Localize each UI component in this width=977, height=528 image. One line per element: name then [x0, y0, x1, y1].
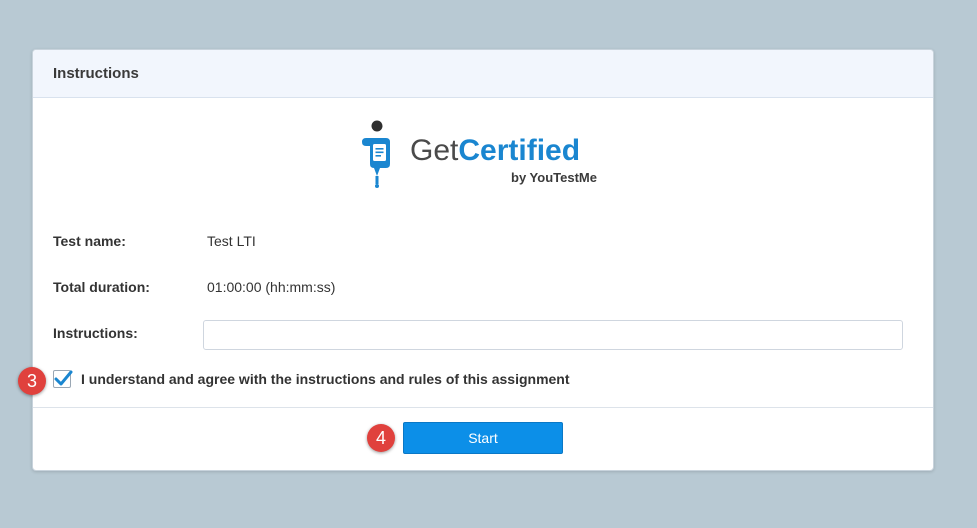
logo-word-get: Get [410, 134, 459, 167]
panel-title: Instructions [53, 65, 139, 82]
step-badge-4: 4 [367, 424, 395, 452]
instructions-panel: Instructions GetCertified by YouTestMe T… [32, 49, 934, 471]
test-name-value: Test LTI [207, 233, 256, 249]
logo-word-certified: Certified [458, 134, 581, 167]
instructions-field[interactable] [203, 320, 903, 350]
instructions-row: Instructions: [53, 325, 207, 341]
getcertified-logo: GetCertified by YouTestMe [358, 120, 618, 190]
duration-label: Total duration: [53, 279, 150, 295]
test-name-label: Test name: [53, 233, 126, 249]
instructions-label: Instructions: [53, 325, 138, 341]
logo-subtitle: by YouTestMe [511, 170, 597, 185]
test-name-row: Test name: Test LTI [53, 233, 256, 249]
logo-mark-icon [362, 120, 390, 188]
agree-checkbox[interactable] [53, 370, 73, 388]
panel-header: Instructions [33, 50, 933, 98]
footer-divider [33, 407, 933, 408]
step-badge-3: 3 [18, 367, 46, 395]
start-button[interactable]: Start [403, 422, 563, 454]
checkmark-icon [54, 370, 73, 386]
logo-wordmark: GetCertified [410, 134, 580, 168]
agreement-text: I understand and agree with the instruct… [81, 371, 570, 387]
duration-value: 01:00:00 (hh:mm:ss) [207, 279, 336, 295]
duration-row: Total duration: 01:00:00 (hh:mm:ss) [53, 279, 335, 295]
agreement-row: I understand and agree with the instruct… [53, 370, 570, 388]
